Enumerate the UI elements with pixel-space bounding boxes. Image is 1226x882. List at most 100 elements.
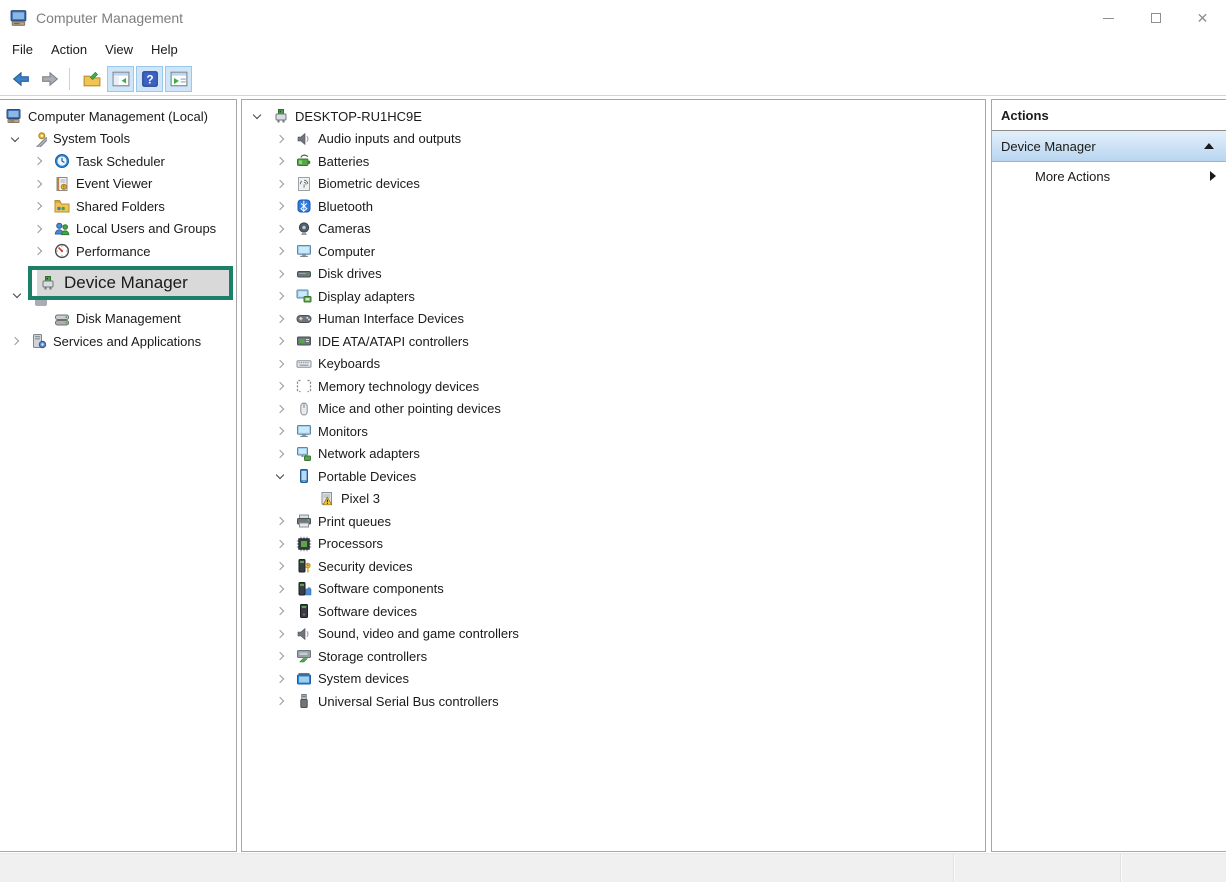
- tree-item-computer-management-local[interactable]: Computer Management (Local): [0, 105, 236, 128]
- tree-item-human-interface-devices[interactable]: Human Interface Devices: [242, 308, 985, 331]
- tree-item-cameras[interactable]: Cameras: [242, 218, 985, 241]
- menu-action[interactable]: Action: [42, 38, 96, 61]
- tree-item-label: Mice and other pointing devices: [318, 401, 501, 416]
- menu-file[interactable]: File: [3, 38, 42, 61]
- maximize-button[interactable]: [1132, 0, 1179, 36]
- chevron-right-icon[interactable]: [273, 582, 287, 596]
- chevron-right-icon[interactable]: [273, 177, 287, 191]
- chevron-right-icon[interactable]: [31, 244, 45, 258]
- chevron-right-icon[interactable]: [31, 199, 45, 213]
- tree-item-memory-technology-devices[interactable]: Memory technology devices: [242, 375, 985, 398]
- chevron-right-icon[interactable]: [273, 154, 287, 168]
- tree-item-disk-drives[interactable]: Disk drives: [242, 263, 985, 286]
- tree-item-label: Processors: [318, 536, 383, 551]
- export-list-button[interactable]: [78, 66, 105, 92]
- collapse-arrow-icon[interactable]: [1204, 143, 1214, 149]
- tree-item-security-devices[interactable]: Security devices: [242, 555, 985, 578]
- minimize-button[interactable]: [1085, 0, 1132, 36]
- chevron-right-icon[interactable]: [273, 537, 287, 551]
- menu-help[interactable]: Help: [142, 38, 187, 61]
- submenu-arrow-icon: [1210, 171, 1216, 181]
- tree-item-keyboards[interactable]: Keyboards: [242, 353, 985, 376]
- chevron-right-icon[interactable]: [273, 424, 287, 438]
- tree-item-shared-folders[interactable]: Shared Folders: [0, 195, 236, 218]
- chevron-right-icon[interactable]: [273, 402, 287, 416]
- tree-item-storage-controllers[interactable]: Storage controllers: [242, 645, 985, 668]
- chevron-right-icon[interactable]: [273, 514, 287, 528]
- tree-item-label: Computer: [318, 244, 375, 259]
- chevron-down-icon[interactable]: [10, 288, 24, 302]
- chevron-right-icon[interactable]: [273, 334, 287, 348]
- svg-text:?: ?: [146, 73, 153, 87]
- chevron-right-icon[interactable]: [8, 334, 22, 348]
- chevron-right-icon[interactable]: [273, 604, 287, 618]
- tree-item-network-adapters[interactable]: Network adapters: [242, 443, 985, 466]
- show-hide-console-tree-button[interactable]: [107, 66, 134, 92]
- show-hide-action-pane-button[interactable]: [165, 66, 192, 92]
- chevron-right-icon[interactable]: [273, 447, 287, 461]
- audio-icon: [296, 131, 312, 147]
- tree-item-software-components[interactable]: Software components: [242, 578, 985, 601]
- tree-item-device-manager[interactable]: Device Manager: [37, 270, 229, 296]
- chevron-right-icon[interactable]: [273, 357, 287, 371]
- chevron-right-icon[interactable]: [273, 559, 287, 573]
- chevron-down-icon[interactable]: [8, 132, 22, 146]
- tree-item-desktop-ru1hc9e[interactable]: DESKTOP-RU1HC9E: [242, 105, 985, 128]
- tree-item-bluetooth[interactable]: Bluetooth: [242, 195, 985, 218]
- chevron-right-icon[interactable]: [273, 267, 287, 281]
- menu-view[interactable]: View: [96, 38, 142, 61]
- actions-group-device-manager[interactable]: Device Manager: [992, 131, 1226, 162]
- forward-button[interactable]: [36, 66, 63, 92]
- tree-item-universal-serial-bus-controllers[interactable]: Universal Serial Bus controllers: [242, 690, 985, 713]
- tree-item-task-scheduler[interactable]: Task Scheduler: [0, 150, 236, 173]
- tree-item-processors[interactable]: Processors: [242, 533, 985, 556]
- tree-item-label: Event Viewer: [76, 176, 152, 191]
- warning-device-icon: [319, 491, 335, 507]
- tree-item-batteries[interactable]: Batteries: [242, 150, 985, 173]
- tree-item-portable-devices[interactable]: Portable Devices: [242, 465, 985, 488]
- tree-item-biometric-devices[interactable]: Biometric devices: [242, 173, 985, 196]
- tree-item-label: Keyboards: [318, 356, 380, 371]
- chevron-right-icon[interactable]: [273, 672, 287, 686]
- more-actions-item[interactable]: More Actions: [992, 162, 1226, 190]
- chevron-right-icon[interactable]: [273, 132, 287, 146]
- chevron-right-icon[interactable]: [31, 177, 45, 191]
- help-button[interactable]: ?: [136, 66, 163, 92]
- back-button[interactable]: [7, 66, 34, 92]
- chevron-right-icon[interactable]: [273, 694, 287, 708]
- tree-item-system-devices[interactable]: System devices: [242, 668, 985, 691]
- chevron-right-icon[interactable]: [273, 199, 287, 213]
- chevron-right-icon[interactable]: [273, 244, 287, 258]
- tree-item-audio-inputs-and-outputs[interactable]: Audio inputs and outputs: [242, 128, 985, 151]
- chevron-down-icon[interactable]: [250, 109, 264, 123]
- tree-item-software-devices[interactable]: Software devices: [242, 600, 985, 623]
- chevron-right-icon[interactable]: [31, 154, 45, 168]
- tree-item-disk-management[interactable]: Disk Management: [0, 308, 236, 331]
- chevron-right-icon[interactable]: [31, 222, 45, 236]
- chevron-right-icon[interactable]: [273, 222, 287, 236]
- tree-item-mice-and-other-pointing-devices[interactable]: Mice and other pointing devices: [242, 398, 985, 421]
- chevron-right-icon[interactable]: [273, 289, 287, 303]
- biometric-icon: [296, 176, 312, 192]
- network-adapters-icon: [296, 446, 312, 462]
- tree-item-monitors[interactable]: Monitors: [242, 420, 985, 443]
- tree-item-pixel-3[interactable]: Pixel 3: [242, 488, 985, 511]
- close-button[interactable]: ✕: [1179, 0, 1226, 36]
- chevron-right-icon[interactable]: [273, 379, 287, 393]
- tree-item-print-queues[interactable]: Print queues: [242, 510, 985, 533]
- tree-item-system-tools[interactable]: System Tools: [0, 128, 236, 151]
- chevron-down-icon[interactable]: [273, 469, 287, 483]
- tree-item-services-and-applications[interactable]: Services and Applications: [0, 330, 236, 353]
- device-manager-annotation-box[interactable]: Device Manager: [28, 266, 233, 300]
- tree-item-event-viewer[interactable]: Event Viewer: [0, 173, 236, 196]
- tree-item-local-users-and-groups[interactable]: Local Users and Groups: [0, 218, 236, 241]
- chevron-right-icon[interactable]: [273, 312, 287, 326]
- tree-item-label: Security devices: [318, 559, 413, 574]
- chevron-right-icon[interactable]: [273, 649, 287, 663]
- tree-item-ide-ata-atapi-controllers[interactable]: IDE ATA/ATAPI controllers: [242, 330, 985, 353]
- tree-item-sound-video-and-game-controllers[interactable]: Sound, video and game controllers: [242, 623, 985, 646]
- tree-item-computer[interactable]: Computer: [242, 240, 985, 263]
- tree-item-performance[interactable]: Performance: [0, 240, 236, 263]
- chevron-right-icon[interactable]: [273, 627, 287, 641]
- tree-item-display-adapters[interactable]: Display adapters: [242, 285, 985, 308]
